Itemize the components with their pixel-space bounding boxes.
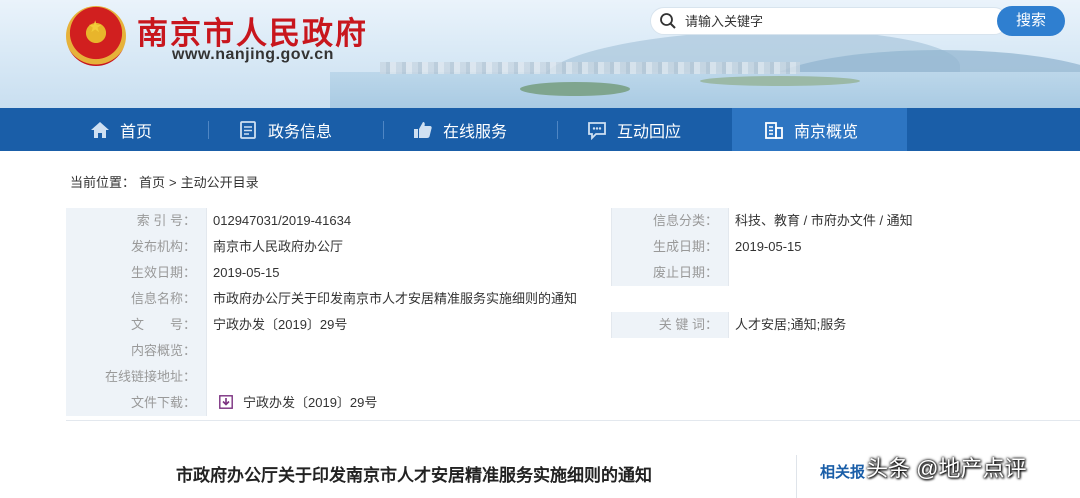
table-row: 内容概览：	[66, 338, 1080, 364]
download-link[interactable]: 宁政办发〔2019〕29号	[243, 395, 377, 410]
download-label: 文件下载：	[66, 390, 206, 416]
main-nav: 首页 政务信息 在线服务 互动回应 南京概览	[0, 108, 1080, 151]
banner-skyline	[380, 62, 800, 74]
nav-item-label: 互动回应	[617, 123, 682, 141]
created-date-label: 生成日期：	[612, 234, 728, 260]
publisher-value: 南京市人民政府办公厅	[207, 234, 611, 260]
online-link-value[interactable]	[207, 364, 1080, 390]
breadcrumb-current[interactable]: 主动公开目录	[181, 175, 259, 190]
breadcrumb-prefix: 当前位置：	[70, 175, 136, 190]
nav-item-label: 政务信息	[268, 123, 333, 141]
banner-island	[700, 76, 860, 86]
nav-item-label: 首页	[120, 123, 153, 141]
keywords-value: 人才安居;通知;服务	[729, 312, 1080, 338]
download-icon[interactable]	[219, 395, 233, 409]
national-emblem-icon: ★	[66, 6, 126, 66]
category-label: 信息分类：	[612, 208, 728, 234]
header-banner: ★ 南京市人民政府 www.nanjing.gov.cn 搜索	[0, 0, 1080, 108]
effective-date-label: 生效日期：	[66, 260, 206, 286]
info-name-value: 市政府办公厅关于印发南京市人才安居精准服务实施细则的通知	[207, 286, 1080, 312]
doc-number-value: 宁政办发〔2019〕29号	[207, 312, 611, 338]
related-reports-heading[interactable]: 相关报	[820, 461, 865, 482]
search-input[interactable]	[685, 8, 985, 34]
search-icon	[660, 13, 676, 29]
effective-date-value: 2019-05-15	[207, 260, 611, 286]
banner-island	[520, 82, 630, 96]
breadcrumb-home-link[interactable]: 首页	[139, 175, 165, 190]
nav-divider	[208, 121, 209, 139]
watermark: 头条 @地产点评	[866, 456, 1027, 481]
building-icon	[765, 121, 783, 139]
breadcrumb-separator: >	[169, 175, 177, 190]
nav-divider	[383, 121, 384, 139]
summary-value	[207, 338, 1080, 364]
nav-divider	[557, 121, 558, 139]
table-row: 生效日期： 2019-05-15 废止日期：	[66, 260, 1080, 286]
site-url: www.nanjing.gov.cn	[172, 46, 334, 63]
nav-item-home[interactable]: 首页	[90, 108, 152, 151]
nav-item-interaction[interactable]: 互动回应	[587, 108, 681, 151]
banner-lake	[330, 72, 1080, 108]
article-area: 市政府办公厅关于印发南京市人才安居精准服务实施细则的通知 相关报 头条 @地产点…	[66, 420, 1080, 498]
table-row: 索 引 号： 012947031/2019-41634 信息分类： 科技、教育 …	[66, 208, 1080, 234]
table-row: 文件下载： 宁政办发〔2019〕29号	[66, 390, 1080, 416]
nav-item-nanjing-overview[interactable]: 南京概览	[732, 108, 907, 151]
category-value: 科技、教育 / 市府办文件 / 通知	[729, 208, 1080, 234]
document-icon	[240, 120, 256, 139]
keywords-label: 关 键 词：	[612, 312, 728, 338]
home-icon	[91, 121, 109, 138]
nav-item-government-info[interactable]: 政务信息	[238, 108, 332, 151]
table-row: 发布机构： 南京市人民政府办公厅 生成日期： 2019-05-15	[66, 234, 1080, 260]
online-link-label: 在线链接地址：	[66, 364, 206, 390]
chat-icon	[588, 121, 606, 140]
nav-item-online-service[interactable]: 在线服务	[413, 108, 507, 151]
sidebar-divider	[796, 455, 797, 498]
search-box	[650, 7, 1008, 35]
breadcrumb: 当前位置： 首页 > 主动公开目录	[70, 172, 263, 191]
index-value: 012947031/2019-41634	[207, 208, 611, 234]
abolish-date-label: 废止日期：	[612, 260, 728, 286]
nav-item-label: 南京概览	[794, 123, 859, 141]
thumbs-up-icon	[414, 121, 432, 138]
abolish-date-value	[729, 260, 1080, 286]
publisher-label: 发布机构：	[66, 234, 206, 260]
nav-item-label: 在线服务	[443, 123, 508, 141]
doc-number-label: 文 号：	[66, 312, 206, 338]
index-label: 索 引 号：	[66, 208, 206, 234]
star-icon: ★	[88, 19, 103, 36]
table-row: 信息名称： 市政府办公厅关于印发南京市人才安居精准服务实施细则的通知	[66, 286, 1080, 312]
download-cell: 宁政办发〔2019〕29号	[207, 390, 1080, 416]
summary-label: 内容概览：	[66, 338, 206, 364]
table-row: 在线链接地址：	[66, 364, 1080, 390]
created-date-value: 2019-05-15	[729, 234, 1080, 260]
article-title: 市政府办公厅关于印发南京市人才安居精准服务实施细则的通知	[176, 466, 652, 485]
search-button[interactable]: 搜索	[997, 6, 1065, 36]
info-name-label: 信息名称：	[66, 286, 206, 312]
table-row: 文 号： 宁政办发〔2019〕29号 关 键 词： 人才安居;通知;服务	[66, 312, 1080, 338]
